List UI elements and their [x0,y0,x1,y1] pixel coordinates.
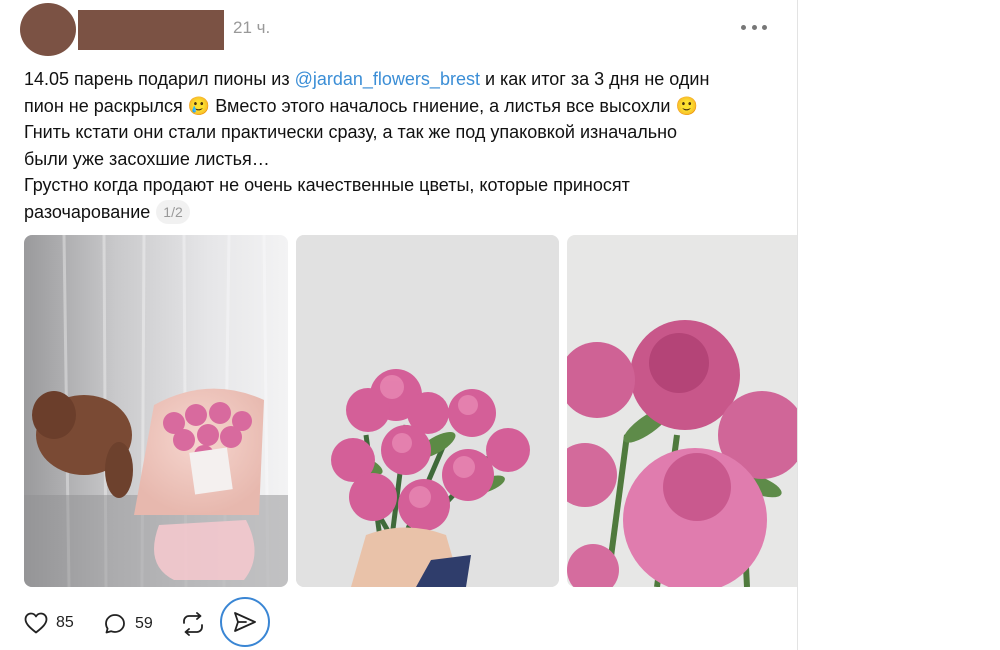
photo-peonies-closeup[interactable] [567,235,797,587]
photo-hand-holding-peonies[interactable] [296,235,559,587]
post-text-line: разочарование 1/2 [24,199,784,226]
photo-bouquet-with-dog[interactable] [24,235,288,587]
post-text-line: Гнить кстати они стали практически сразу… [24,122,678,142]
photo-image [24,235,288,587]
post-text-line: были уже засохшие листья… [24,148,270,169]
more-icon [741,24,746,30]
photo-image [296,235,559,587]
comment-icon [105,614,125,634]
heart-icon [24,612,48,634]
post-timestamp[interactable]: 21 ч. [233,18,270,38]
like-count: 85 [56,614,74,631]
text-segment: 14.05 парень подарил пионы из [24,69,295,89]
post-actions-bar: 85 59 [0,596,797,650]
mention-link[interactable]: @jardan_flowers_brest [295,69,480,89]
column-divider [797,0,798,650]
photo-image [567,235,797,587]
avatar[interactable] [20,3,76,56]
post-page-counter: 1/2 [156,199,190,224]
more-options-button[interactable] [737,14,771,40]
text-segment: разочарование [24,201,151,222]
repost-button[interactable] [180,612,206,636]
text-segment: и как итог за 3 дня не один [479,69,710,89]
author-name-redacted[interactable] [78,10,224,50]
share-icon [234,612,256,632]
post-card: 21 ч. 14.05 парень подарил пионы из @jar… [0,0,797,650]
post-text-line: Грустно когда продают не очень качествен… [24,175,630,195]
post-text-line: 14.05 парень подарил пионы из @jardan_fl… [24,66,784,93]
comment-count: 59 [135,615,153,632]
post-text: 14.05 парень подарил пионы из @jardan_fl… [24,66,784,225]
like-button[interactable]: 85 [24,612,74,634]
post-text-line: пион не раскрылся 🥲 Вместо этого началос… [24,95,698,116]
repost-icon [183,612,203,636]
more-icon-dot [751,24,757,30]
comment-button[interactable]: 59 [103,612,153,636]
share-button[interactable] [220,597,270,647]
more-icon-dot [762,24,767,30]
